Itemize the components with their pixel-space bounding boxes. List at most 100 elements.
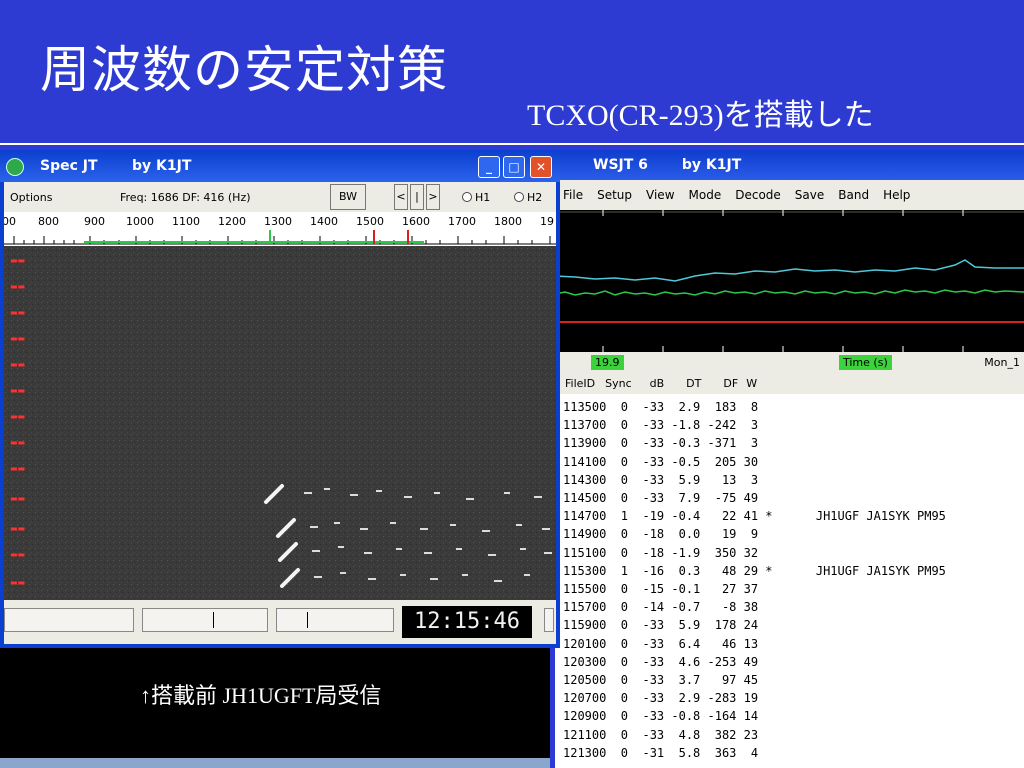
- wsjt-title: WSJT 6: [593, 157, 648, 173]
- contrast-slider[interactable]: [276, 608, 394, 632]
- status-time-label: Time (s): [839, 355, 892, 370]
- table-row: 115500 0 -15 -0.1 27 37: [563, 582, 759, 597]
- time-label-red: ▬▬: [10, 256, 26, 265]
- col-df: DF: [723, 376, 739, 390]
- time-label-red: ▬▬: [10, 494, 26, 503]
- time-label-red: ▬▬: [10, 308, 26, 317]
- slide-caption: ↑搭載前 JH1UGFT局受信: [140, 683, 382, 708]
- h1-radio[interactable]: H1: [462, 191, 490, 204]
- radio-circle-icon: [462, 192, 472, 202]
- utc-clock: 12:15:46: [402, 606, 532, 638]
- maximize-icon[interactable]: □: [503, 156, 525, 178]
- table-row: 120700 0 -33 2.9 -283 19: [563, 691, 759, 706]
- time-label-red: ▬▬: [10, 412, 26, 421]
- specjt-toolbar: Options Freq: 1686 DF: 416 (Hz) BW < | >…: [4, 182, 556, 212]
- table-row: 113500 0 -33 2.9 183 8: [563, 400, 759, 414]
- wsjt-signal-plot: [555, 210, 1024, 352]
- col-fileid: FileID: [565, 376, 596, 390]
- col-db: dB: [649, 376, 665, 390]
- wsjt-author: by K1JT: [681, 157, 742, 173]
- table-row: 121300 0 -31 5.8 363 4: [563, 745, 759, 760]
- status-date: Mon_1: [984, 356, 1020, 369]
- center-button[interactable]: |: [410, 184, 424, 210]
- table-row: 114300 0 -33 5.9 13 3: [563, 472, 759, 487]
- wsjt-status-bar: 19.9 Time (s) Mon_1: [555, 352, 1024, 372]
- time-label-red: ▬▬: [10, 438, 26, 447]
- trace-cyan: [555, 259, 1024, 282]
- decode-table-header: FileID Sync dB DT DF W: [555, 372, 1024, 394]
- app-globe-icon: [6, 158, 24, 176]
- freq-readout: Freq: 1686 DF: 416 (Hz): [120, 191, 251, 204]
- time-label-red: ▬▬: [10, 550, 26, 559]
- table-row: 121100 0 -33 4.8 382 23: [563, 727, 759, 742]
- time-label-red: ▬▬: [10, 360, 26, 369]
- slider-thumb[interactable]: [307, 612, 308, 628]
- decode-table[interactable]: 113500 0 -33 2.9 183 8 113700 0 -33 -1.8 …: [555, 394, 1024, 762]
- specjt-titlebar[interactable]: Spec JT by K1JT _ □ ✕: [0, 150, 560, 182]
- specjt-title: Spec JT: [40, 158, 98, 174]
- wsjt-window: WSJT 6 by K1JT File Setup View Mode Deco…: [555, 150, 1024, 768]
- time-label-red: ▬▬: [10, 282, 26, 291]
- trace-green: [555, 289, 1024, 296]
- col-dt: DT: [686, 376, 702, 390]
- menu-save[interactable]: Save: [795, 188, 824, 202]
- frequency-ruler: 00 800 900 1000 1100 1200 1300 1400 1500…: [4, 212, 556, 246]
- table-row: 115300 1 -16 0.3 48 29 * JH1UGF JA1SYK P…: [563, 563, 946, 578]
- time-label-red: ▬▬: [10, 524, 26, 533]
- specjt-author: by K1JT: [132, 158, 192, 174]
- specjt-bottom-bar: 12:15:46: [4, 600, 556, 644]
- bw-button[interactable]: BW: [330, 184, 366, 210]
- shift-right-button[interactable]: >: [426, 184, 440, 210]
- menu-help[interactable]: Help: [883, 188, 910, 202]
- table-row: 120900 0 -33 -0.8 -164 14: [563, 709, 759, 724]
- h2-label: H2: [527, 191, 543, 204]
- options-menu[interactable]: Options: [10, 191, 52, 204]
- table-row: 114100 0 -33 -0.5 205 30: [563, 454, 759, 469]
- menu-band[interactable]: Band: [838, 188, 869, 202]
- time-label-red: ▬▬: [10, 334, 26, 343]
- table-row: 115100 0 -18 -1.9 350 32: [563, 545, 759, 560]
- time-label-red: ▬▬: [10, 386, 26, 395]
- slide-subtitle: TCXO(CR-293)を搭載した: [527, 99, 874, 132]
- table-row: 115700 0 -14 -0.7 -8 38: [563, 600, 759, 615]
- h1-label: H1: [475, 191, 491, 204]
- slider-thumb[interactable]: [213, 612, 214, 628]
- col-sync: Sync: [605, 376, 632, 390]
- table-row: 120100 0 -33 6.4 46 13: [563, 636, 759, 651]
- signal-traces: [555, 210, 1024, 352]
- waterfall-display[interactable]: ▬▬ ▬▬ ▬▬ ▬▬ ▬▬ ▬▬ ▬▬ ▬▬ ▬▬ ▬▬ ▬▬ ▬▬ ▬▬: [4, 246, 556, 600]
- menu-setup[interactable]: Setup: [597, 188, 632, 202]
- table-row: 120500 0 -33 3.7 97 45: [563, 673, 759, 688]
- h2-radio[interactable]: H2: [514, 191, 542, 204]
- minimize-icon[interactable]: _: [478, 156, 500, 178]
- table-row: 115900 0 -33 5.9 178 24: [563, 618, 759, 633]
- title-divider: [0, 143, 1024, 145]
- taskbar-strip: [0, 758, 550, 768]
- table-row: 113900 0 -33 -0.3 -371 3: [563, 436, 759, 451]
- wsjt-titlebar[interactable]: WSJT 6 by K1JT: [555, 150, 1024, 180]
- close-icon[interactable]: ✕: [530, 156, 552, 178]
- time-label-red: ▬▬: [10, 578, 26, 587]
- menu-mode[interactable]: Mode: [689, 188, 722, 202]
- brightness-slider[interactable]: [142, 608, 268, 632]
- menu-decode[interactable]: Decode: [735, 188, 781, 202]
- table-row: 114500 0 -33 7.9 -75 49: [563, 491, 759, 506]
- wsjt-menubar: File Setup View Mode Decode Save Band He…: [555, 180, 1024, 210]
- waterfall-signals: [4, 246, 556, 600]
- shift-left-button[interactable]: <: [394, 184, 408, 210]
- time-label-red: ▬▬: [10, 464, 26, 473]
- table-row: 120300 0 -33 4.6 -253 49: [563, 654, 759, 669]
- col-w: W: [746, 376, 758, 390]
- radio-circle-icon: [514, 192, 524, 202]
- menu-view[interactable]: View: [646, 188, 674, 202]
- gain-slider[interactable]: [4, 608, 134, 632]
- table-row: 114900 0 -18 0.0 19 9: [563, 527, 759, 542]
- table-row: 114700 1 -19 -0.4 22 41 * JH1UGF JA1SYK …: [563, 509, 946, 524]
- table-row: 113700 0 -33 -1.8 -242 3: [563, 418, 759, 433]
- scroll-handle[interactable]: [544, 608, 554, 632]
- status-value: 19.9: [591, 355, 624, 370]
- slide-title: 周波数の安定対策: [40, 41, 448, 99]
- menu-file[interactable]: File: [563, 188, 583, 202]
- plot-ticks: [555, 210, 1024, 352]
- specjt-window: Spec JT by K1JT _ □ ✕ Options Freq: 1686…: [0, 150, 560, 648]
